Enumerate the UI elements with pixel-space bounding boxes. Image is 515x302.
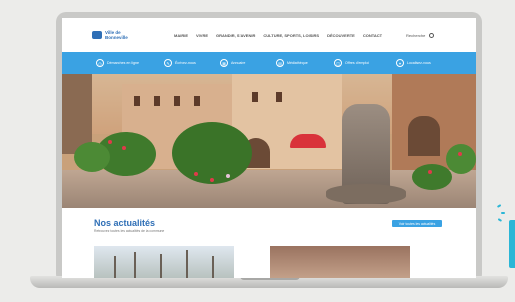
window	[154, 96, 160, 106]
quick-link-label: Localisez-vous	[407, 61, 431, 65]
clock-icon: ◷	[96, 59, 104, 67]
menu-item-decouverte[interactable]: DÉCOUVERTE	[327, 33, 355, 38]
quick-link-demarches[interactable]: ◷ Démarches en ligne	[96, 59, 139, 67]
flower	[108, 140, 112, 144]
calendar-icon: ▦	[220, 59, 228, 67]
top-navigation: Ville de Bonneville MAIRIE VIVRE GRANDIR…	[62, 18, 476, 52]
website-screen: Ville de Bonneville MAIRIE VIVRE GRANDIR…	[62, 18, 476, 278]
flower-planter	[412, 164, 452, 190]
tree	[186, 250, 188, 278]
grid-icon: ▤	[276, 59, 284, 67]
flower	[458, 152, 462, 156]
quick-links-bar: ◷ Démarches en ligne ✎ Écrivez-nous ▦ An…	[62, 52, 476, 74]
quick-link-label: Écrivez-nous	[175, 61, 196, 65]
flower	[122, 146, 126, 150]
sparkle-decoration	[496, 204, 502, 208]
sparkle-decoration	[501, 212, 505, 214]
logo-mark-icon	[92, 31, 102, 39]
menu-item-vivre[interactable]: VIVRE	[196, 33, 208, 38]
news-section: Nos actualités Retrouvez toutes les actu…	[62, 208, 476, 278]
location-icon: ⌖	[396, 59, 404, 67]
sparkle-decoration	[497, 218, 503, 222]
flower	[210, 178, 214, 182]
window	[174, 96, 180, 106]
quick-link-label: Démarches en ligne	[107, 61, 139, 65]
tree	[160, 254, 162, 278]
search-icon[interactable]	[429, 33, 435, 38]
menu-item-grandir[interactable]: GRANDIR, S'AVENIR	[216, 33, 255, 38]
window	[252, 92, 258, 102]
quick-link-emploi[interactable]: ◫ Offres d'emploi	[334, 59, 369, 67]
menu-item-contact[interactable]: CONTACT	[363, 33, 382, 38]
tree	[134, 252, 136, 278]
tree	[212, 256, 214, 278]
flower	[226, 174, 230, 178]
logo-text: Ville de Bonneville	[105, 30, 128, 40]
window	[134, 96, 140, 106]
quick-link-mediatheque[interactable]: ▤ Médiathèque	[276, 59, 308, 67]
quick-link-label: Médiathèque	[287, 61, 308, 65]
phone-decoration	[509, 220, 515, 268]
fountain-basin	[326, 184, 406, 204]
news-subheading: Retrouvez toutes les actualités de la co…	[94, 229, 165, 233]
quick-link-localisez[interactable]: ⌖ Localisez-vous	[396, 59, 431, 67]
window	[194, 96, 200, 106]
flower	[194, 172, 198, 176]
flower-planter	[446, 144, 476, 174]
site-logo[interactable]: Ville de Bonneville	[92, 30, 128, 40]
main-menu: MAIRIE VIVRE GRANDIR, S'AVENIR CULTURE, …	[174, 33, 382, 38]
quick-link-ecrivez[interactable]: ✎ Écrivez-nous	[164, 59, 196, 67]
search-label: Recherche	[406, 33, 426, 38]
briefcase-icon: ◫	[334, 59, 342, 67]
flower	[428, 170, 432, 174]
quick-link-label: Offres d'emploi	[345, 61, 369, 65]
menu-item-culture[interactable]: CULTURE, SPORTS, LOISIRS	[263, 33, 319, 38]
search-control[interactable]: Recherche	[406, 33, 435, 38]
hero-image	[62, 74, 476, 208]
tree	[114, 256, 116, 278]
window	[276, 92, 282, 102]
flower-planter	[172, 122, 252, 184]
flower-planter	[74, 142, 110, 172]
quick-link-label: Annuaire	[231, 61, 246, 65]
news-card-image[interactable]	[94, 246, 234, 278]
pen-icon: ✎	[164, 59, 172, 67]
all-news-button[interactable]: Voir toutes les actualités	[392, 220, 442, 227]
red-umbrella	[290, 134, 326, 148]
news-card-image[interactable]	[270, 246, 410, 278]
menu-item-mairie[interactable]: MAIRIE	[174, 33, 188, 38]
news-heading: Nos actualités	[94, 218, 156, 228]
archway	[408, 116, 440, 156]
quick-link-annuaire[interactable]: ▦ Annuaire	[220, 59, 245, 67]
